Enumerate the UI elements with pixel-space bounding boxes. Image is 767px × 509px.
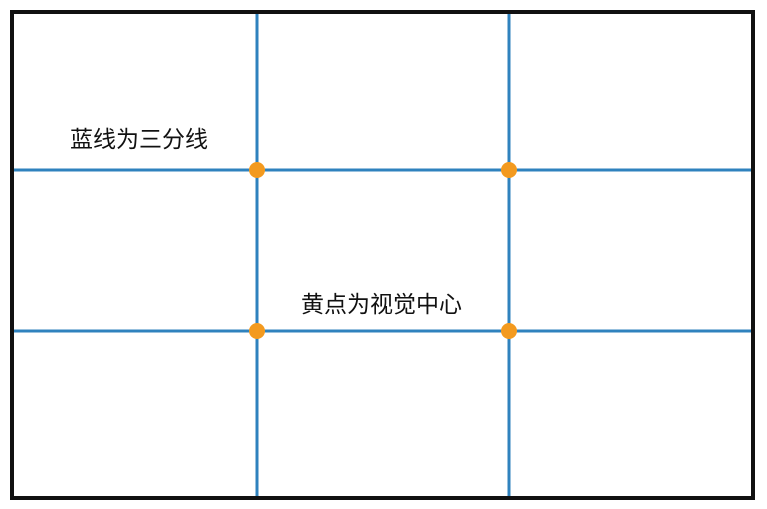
- outer-frame: [10, 10, 755, 500]
- blue-lines-label: 蓝线为三分线: [70, 127, 208, 153]
- diagram-svg: [10, 10, 755, 500]
- visual-center-dot-bottom-right: [501, 323, 517, 339]
- visual-center-dot-top-right: [501, 162, 517, 178]
- visual-center-dot-top-left: [249, 162, 265, 178]
- visual-center-dot-bottom-left: [249, 323, 265, 339]
- yellow-dots-label: 黄点为视觉中心: [301, 292, 462, 318]
- rule-of-thirds-diagram: 蓝线为三分线 黄点为视觉中心: [0, 0, 767, 509]
